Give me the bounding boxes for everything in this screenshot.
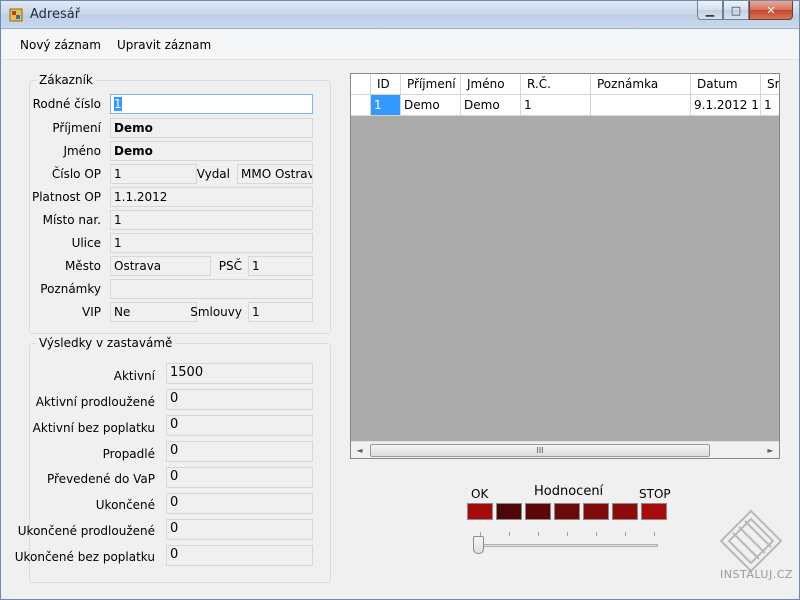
rating-slider-track[interactable] — [478, 544, 658, 547]
misto-nar-field[interactable]: 1 — [110, 210, 313, 230]
result-label: Aktivní — [113, 369, 155, 383]
column-header-jmeno[interactable]: Jméno — [461, 74, 521, 95]
rating-ok-label: OK — [471, 487, 489, 501]
platnost-op-field[interactable]: 1.1.2012 — [110, 187, 313, 207]
scroll-thumb[interactable]: III — [370, 444, 710, 457]
smlouvy-field[interactable]: 1 — [248, 302, 313, 322]
row-header-corner — [351, 74, 371, 95]
menu-new-record[interactable]: Nový záznam — [12, 30, 109, 60]
column-header-datum[interactable]: Datum — [691, 74, 761, 95]
menu-bar: Nový záznam Upravit záznam — [2, 30, 799, 60]
slider-tick — [654, 532, 655, 536]
jmeno-field[interactable]: Demo — [110, 141, 313, 161]
slider-tick — [625, 532, 626, 536]
result-label: Ukončené prodloužené — [17, 524, 155, 538]
rating-stop-label: STOP — [639, 487, 671, 501]
title-bar[interactable]: Adresář ▁ □ ✕ — [1, 1, 799, 29]
prijmeni-field[interactable]: Demo — [110, 118, 313, 138]
label-vip: VIP — [82, 305, 101, 319]
table-row[interactable]: 1 Demo Demo 1 9.1.2012 1... 1 — [351, 95, 779, 116]
label-platnost-op: Platnost OP — [31, 190, 101, 204]
label-ulice: Ulice — [71, 236, 101, 250]
result-label: Aktivní prodloužené — [35, 395, 155, 409]
label-misto-nar: Místo nar. — [42, 213, 101, 227]
rating-swatch — [612, 503, 638, 520]
column-header-prijmeni[interactable]: Příjmení — [401, 74, 461, 95]
label-cislo-op: Číslo OP — [51, 167, 101, 181]
window-controls: ▁ □ ✕ — [697, 1, 793, 21]
scroll-left-icon[interactable]: ◄ — [351, 442, 368, 459]
poznamky-field[interactable] — [110, 279, 313, 299]
result-value[interactable]: 0 — [166, 415, 313, 436]
column-header-id[interactable]: ID — [371, 74, 401, 95]
label-mesto: Město — [64, 259, 101, 273]
cislo-op-field[interactable]: 1 — [110, 164, 197, 184]
scroll-right-icon[interactable]: ► — [762, 442, 779, 459]
grid-header: ID Příjmení Jméno R.Č. Poznámka Datum Sm — [351, 74, 779, 95]
menu-edit-record[interactable]: Upravit záznam — [109, 30, 219, 60]
result-value[interactable]: 0 — [166, 545, 313, 566]
rating-swatch — [496, 503, 522, 520]
slider-tick — [596, 532, 597, 536]
cell-datum[interactable]: 9.1.2012 1... — [691, 95, 761, 116]
rating-swatch — [641, 503, 667, 520]
window-title: Adresář — [30, 7, 81, 22]
rating-slider-thumb[interactable] — [473, 536, 484, 554]
result-value[interactable]: 0 — [166, 389, 313, 410]
label-prijmeni: Příjmení — [52, 121, 101, 135]
label-rodne-cislo: Rodné číslo — [32, 97, 101, 111]
result-label: Aktivní bez poplatku — [32, 421, 155, 435]
result-value[interactable]: 0 — [166, 441, 313, 462]
vip-field[interactable]: Ne — [110, 302, 197, 322]
result-label: Ukončené bez poplatku — [14, 550, 155, 564]
result-label: Převedené do VaP — [46, 472, 155, 486]
cell-rc[interactable]: 1 — [521, 95, 591, 116]
result-value[interactable]: 0 — [166, 493, 313, 514]
app-window: Adresář ▁ □ ✕ Nový záznam Upravit záznam… — [0, 0, 800, 600]
records-grid[interactable]: ID Příjmení Jméno R.Č. Poznámka Datum Sm… — [350, 73, 780, 459]
minimize-button[interactable]: ▁ — [697, 1, 723, 20]
rating-swatch — [554, 503, 580, 520]
watermark-text: INSTALUJ.CZ — [720, 568, 793, 581]
rodne-cislo-field[interactable]: 1 — [110, 94, 313, 114]
rating-swatch — [525, 503, 551, 520]
label-poznamky: Poznámky — [40, 282, 101, 296]
close-button[interactable]: ✕ — [749, 1, 793, 20]
label-smlouvy: Smlouvy — [190, 305, 242, 319]
column-header-poznamka[interactable]: Poznámka — [591, 74, 691, 95]
column-header-sm[interactable]: Sm — [761, 74, 779, 95]
rating-swatch — [467, 503, 493, 520]
maximize-button[interactable]: □ — [723, 1, 749, 20]
cell-sm[interactable]: 1 — [761, 95, 779, 116]
watermark-logo — [719, 509, 783, 573]
rating-swatch — [583, 503, 609, 520]
cell-jmeno[interactable]: Demo — [461, 95, 521, 116]
result-value[interactable]: 0 — [166, 467, 313, 488]
slider-tick — [509, 532, 510, 536]
rating-title: Hodnocení — [534, 484, 604, 499]
slider-tick — [538, 532, 539, 536]
ulice-field[interactable]: 1 — [110, 233, 313, 253]
slider-tick — [567, 532, 568, 536]
result-label: Ukončené — [95, 498, 155, 512]
cell-prijmeni[interactable]: Demo — [401, 95, 461, 116]
cell-id[interactable]: 1 — [371, 95, 401, 116]
result-value[interactable]: 1500 — [166, 363, 313, 384]
row-header[interactable] — [351, 95, 371, 116]
horizontal-scrollbar[interactable]: ◄ III ► — [351, 441, 779, 458]
psc-field[interactable]: 1 — [248, 256, 313, 276]
cell-poznamka[interactable] — [591, 95, 691, 116]
result-label: Propadlé — [102, 447, 155, 461]
mesto-field[interactable]: Ostrava — [110, 256, 211, 276]
results-group-title: Výsledky v zastavámě — [36, 336, 176, 350]
vydal-field[interactable]: MMO Ostrava — [237, 164, 313, 184]
label-vydal: Vydal — [196, 167, 230, 181]
label-jmeno: Jméno — [63, 144, 101, 158]
label-psc: PSČ — [218, 259, 242, 273]
result-value[interactable]: 0 — [166, 519, 313, 540]
column-header-rc[interactable]: R.Č. — [521, 74, 591, 95]
app-icon — [9, 8, 23, 22]
customer-group-title: Zákazník — [36, 73, 96, 87]
